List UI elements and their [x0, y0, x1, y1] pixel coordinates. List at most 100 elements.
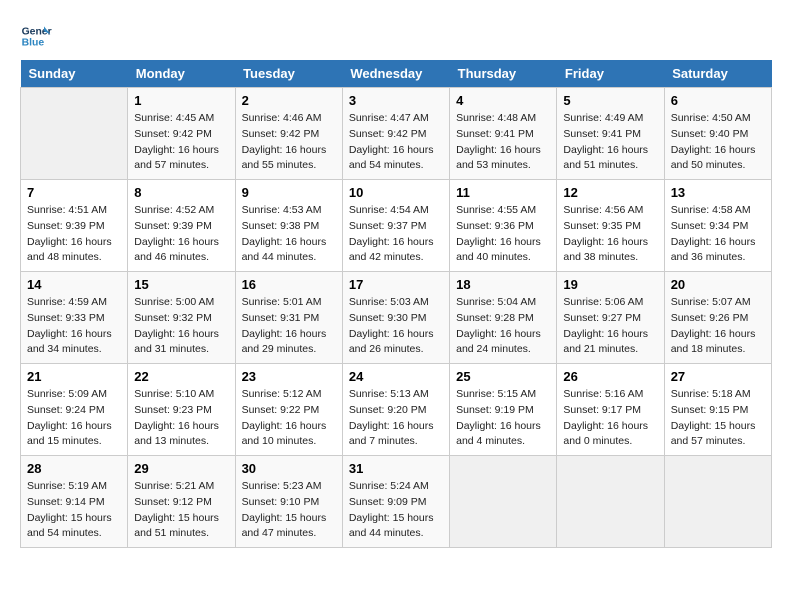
day-number: 11: [456, 185, 550, 200]
day-number: 25: [456, 369, 550, 384]
calendar-cell: 3 Sunrise: 4:47 AM Sunset: 9:42 PM Dayli…: [342, 88, 449, 180]
day-info: Sunrise: 4:58 AM Sunset: 9:34 PM Dayligh…: [671, 203, 765, 266]
day-number: 21: [27, 369, 121, 384]
day-number: 10: [349, 185, 443, 200]
calendar-cell: 31 Sunrise: 5:24 AM Sunset: 9:09 PM Dayl…: [342, 456, 449, 548]
calendar-cell: 19 Sunrise: 5:06 AM Sunset: 9:27 PM Dayl…: [557, 272, 664, 364]
day-number: 23: [242, 369, 336, 384]
calendar-cell: 14 Sunrise: 4:59 AM Sunset: 9:33 PM Dayl…: [21, 272, 128, 364]
day-info: Sunrise: 4:48 AM Sunset: 9:41 PM Dayligh…: [456, 111, 550, 174]
calendar-cell: 16 Sunrise: 5:01 AM Sunset: 9:31 PM Dayl…: [235, 272, 342, 364]
day-number: 16: [242, 277, 336, 292]
page-header: General Blue: [20, 20, 772, 52]
calendar-cell: 4 Sunrise: 4:48 AM Sunset: 9:41 PM Dayli…: [450, 88, 557, 180]
day-info: Sunrise: 5:19 AM Sunset: 9:14 PM Dayligh…: [27, 479, 121, 542]
day-number: 24: [349, 369, 443, 384]
day-number: 4: [456, 93, 550, 108]
day-info: Sunrise: 5:06 AM Sunset: 9:27 PM Dayligh…: [563, 295, 657, 358]
day-info: Sunrise: 5:21 AM Sunset: 9:12 PM Dayligh…: [134, 479, 228, 542]
calendar-cell: 29 Sunrise: 5:21 AM Sunset: 9:12 PM Dayl…: [128, 456, 235, 548]
day-info: Sunrise: 5:10 AM Sunset: 9:23 PM Dayligh…: [134, 387, 228, 450]
day-number: 8: [134, 185, 228, 200]
calendar-cell: 21 Sunrise: 5:09 AM Sunset: 9:24 PM Dayl…: [21, 364, 128, 456]
day-number: 18: [456, 277, 550, 292]
day-info: Sunrise: 5:18 AM Sunset: 9:15 PM Dayligh…: [671, 387, 765, 450]
day-info: Sunrise: 5:15 AM Sunset: 9:19 PM Dayligh…: [456, 387, 550, 450]
day-info: Sunrise: 4:50 AM Sunset: 9:40 PM Dayligh…: [671, 111, 765, 174]
day-info: Sunrise: 5:03 AM Sunset: 9:30 PM Dayligh…: [349, 295, 443, 358]
day-info: Sunrise: 5:07 AM Sunset: 9:26 PM Dayligh…: [671, 295, 765, 358]
day-number: 7: [27, 185, 121, 200]
day-number: 2: [242, 93, 336, 108]
day-info: Sunrise: 5:23 AM Sunset: 9:10 PM Dayligh…: [242, 479, 336, 542]
weekday-header: Tuesday: [235, 60, 342, 88]
calendar-cell: 1 Sunrise: 4:45 AM Sunset: 9:42 PM Dayli…: [128, 88, 235, 180]
svg-text:Blue: Blue: [22, 38, 45, 49]
day-info: Sunrise: 4:49 AM Sunset: 9:41 PM Dayligh…: [563, 111, 657, 174]
day-info: Sunrise: 4:51 AM Sunset: 9:39 PM Dayligh…: [27, 203, 121, 266]
calendar-cell: 22 Sunrise: 5:10 AM Sunset: 9:23 PM Dayl…: [128, 364, 235, 456]
day-number: 12: [563, 185, 657, 200]
calendar-week-row: 28 Sunrise: 5:19 AM Sunset: 9:14 PM Dayl…: [21, 456, 772, 548]
calendar-week-row: 21 Sunrise: 5:09 AM Sunset: 9:24 PM Dayl…: [21, 364, 772, 456]
day-number: 19: [563, 277, 657, 292]
calendar-cell: 28 Sunrise: 5:19 AM Sunset: 9:14 PM Dayl…: [21, 456, 128, 548]
weekday-header: Friday: [557, 60, 664, 88]
day-info: Sunrise: 5:09 AM Sunset: 9:24 PM Dayligh…: [27, 387, 121, 450]
day-info: Sunrise: 4:52 AM Sunset: 9:39 PM Dayligh…: [134, 203, 228, 266]
day-info: Sunrise: 4:46 AM Sunset: 9:42 PM Dayligh…: [242, 111, 336, 174]
calendar-cell: 7 Sunrise: 4:51 AM Sunset: 9:39 PM Dayli…: [21, 180, 128, 272]
day-number: 27: [671, 369, 765, 384]
day-info: Sunrise: 5:16 AM Sunset: 9:17 PM Dayligh…: [563, 387, 657, 450]
header-row: SundayMondayTuesdayWednesdayThursdayFrid…: [21, 60, 772, 88]
day-number: 28: [27, 461, 121, 476]
day-number: 22: [134, 369, 228, 384]
day-number: 17: [349, 277, 443, 292]
weekday-header: Saturday: [664, 60, 771, 88]
calendar-cell: 12 Sunrise: 4:56 AM Sunset: 9:35 PM Dayl…: [557, 180, 664, 272]
day-number: 30: [242, 461, 336, 476]
day-info: Sunrise: 5:00 AM Sunset: 9:32 PM Dayligh…: [134, 295, 228, 358]
calendar-cell: 30 Sunrise: 5:23 AM Sunset: 9:10 PM Dayl…: [235, 456, 342, 548]
calendar-cell: 11 Sunrise: 4:55 AM Sunset: 9:36 PM Dayl…: [450, 180, 557, 272]
day-number: 31: [349, 461, 443, 476]
calendar-cell: 10 Sunrise: 4:54 AM Sunset: 9:37 PM Dayl…: [342, 180, 449, 272]
calendar-cell: 23 Sunrise: 5:12 AM Sunset: 9:22 PM Dayl…: [235, 364, 342, 456]
day-number: 3: [349, 93, 443, 108]
day-info: Sunrise: 4:55 AM Sunset: 9:36 PM Dayligh…: [456, 203, 550, 266]
day-info: Sunrise: 5:12 AM Sunset: 9:22 PM Dayligh…: [242, 387, 336, 450]
calendar-cell: [21, 88, 128, 180]
day-number: 14: [27, 277, 121, 292]
day-number: 26: [563, 369, 657, 384]
calendar-week-row: 7 Sunrise: 4:51 AM Sunset: 9:39 PM Dayli…: [21, 180, 772, 272]
calendar-cell: 25 Sunrise: 5:15 AM Sunset: 9:19 PM Dayl…: [450, 364, 557, 456]
logo-icon: General Blue: [20, 20, 52, 52]
calendar-week-row: 1 Sunrise: 4:45 AM Sunset: 9:42 PM Dayli…: [21, 88, 772, 180]
day-info: Sunrise: 4:45 AM Sunset: 9:42 PM Dayligh…: [134, 111, 228, 174]
day-info: Sunrise: 4:59 AM Sunset: 9:33 PM Dayligh…: [27, 295, 121, 358]
calendar-cell: 2 Sunrise: 4:46 AM Sunset: 9:42 PM Dayli…: [235, 88, 342, 180]
calendar-cell: 24 Sunrise: 5:13 AM Sunset: 9:20 PM Dayl…: [342, 364, 449, 456]
weekday-header: Thursday: [450, 60, 557, 88]
day-number: 1: [134, 93, 228, 108]
day-number: 6: [671, 93, 765, 108]
calendar-cell: 27 Sunrise: 5:18 AM Sunset: 9:15 PM Dayl…: [664, 364, 771, 456]
day-number: 13: [671, 185, 765, 200]
calendar-cell: 20 Sunrise: 5:07 AM Sunset: 9:26 PM Dayl…: [664, 272, 771, 364]
day-info: Sunrise: 5:13 AM Sunset: 9:20 PM Dayligh…: [349, 387, 443, 450]
calendar-cell: [557, 456, 664, 548]
calendar-cell: 26 Sunrise: 5:16 AM Sunset: 9:17 PM Dayl…: [557, 364, 664, 456]
calendar-cell: 5 Sunrise: 4:49 AM Sunset: 9:41 PM Dayli…: [557, 88, 664, 180]
day-info: Sunrise: 4:47 AM Sunset: 9:42 PM Dayligh…: [349, 111, 443, 174]
calendar-cell: 17 Sunrise: 5:03 AM Sunset: 9:30 PM Dayl…: [342, 272, 449, 364]
day-info: Sunrise: 5:04 AM Sunset: 9:28 PM Dayligh…: [456, 295, 550, 358]
day-number: 20: [671, 277, 765, 292]
day-info: Sunrise: 5:24 AM Sunset: 9:09 PM Dayligh…: [349, 479, 443, 542]
day-info: Sunrise: 4:54 AM Sunset: 9:37 PM Dayligh…: [349, 203, 443, 266]
day-number: 15: [134, 277, 228, 292]
calendar-header: SundayMondayTuesdayWednesdayThursdayFrid…: [21, 60, 772, 88]
day-info: Sunrise: 5:01 AM Sunset: 9:31 PM Dayligh…: [242, 295, 336, 358]
calendar-cell: 15 Sunrise: 5:00 AM Sunset: 9:32 PM Dayl…: [128, 272, 235, 364]
day-info: Sunrise: 4:53 AM Sunset: 9:38 PM Dayligh…: [242, 203, 336, 266]
calendar-cell: [664, 456, 771, 548]
